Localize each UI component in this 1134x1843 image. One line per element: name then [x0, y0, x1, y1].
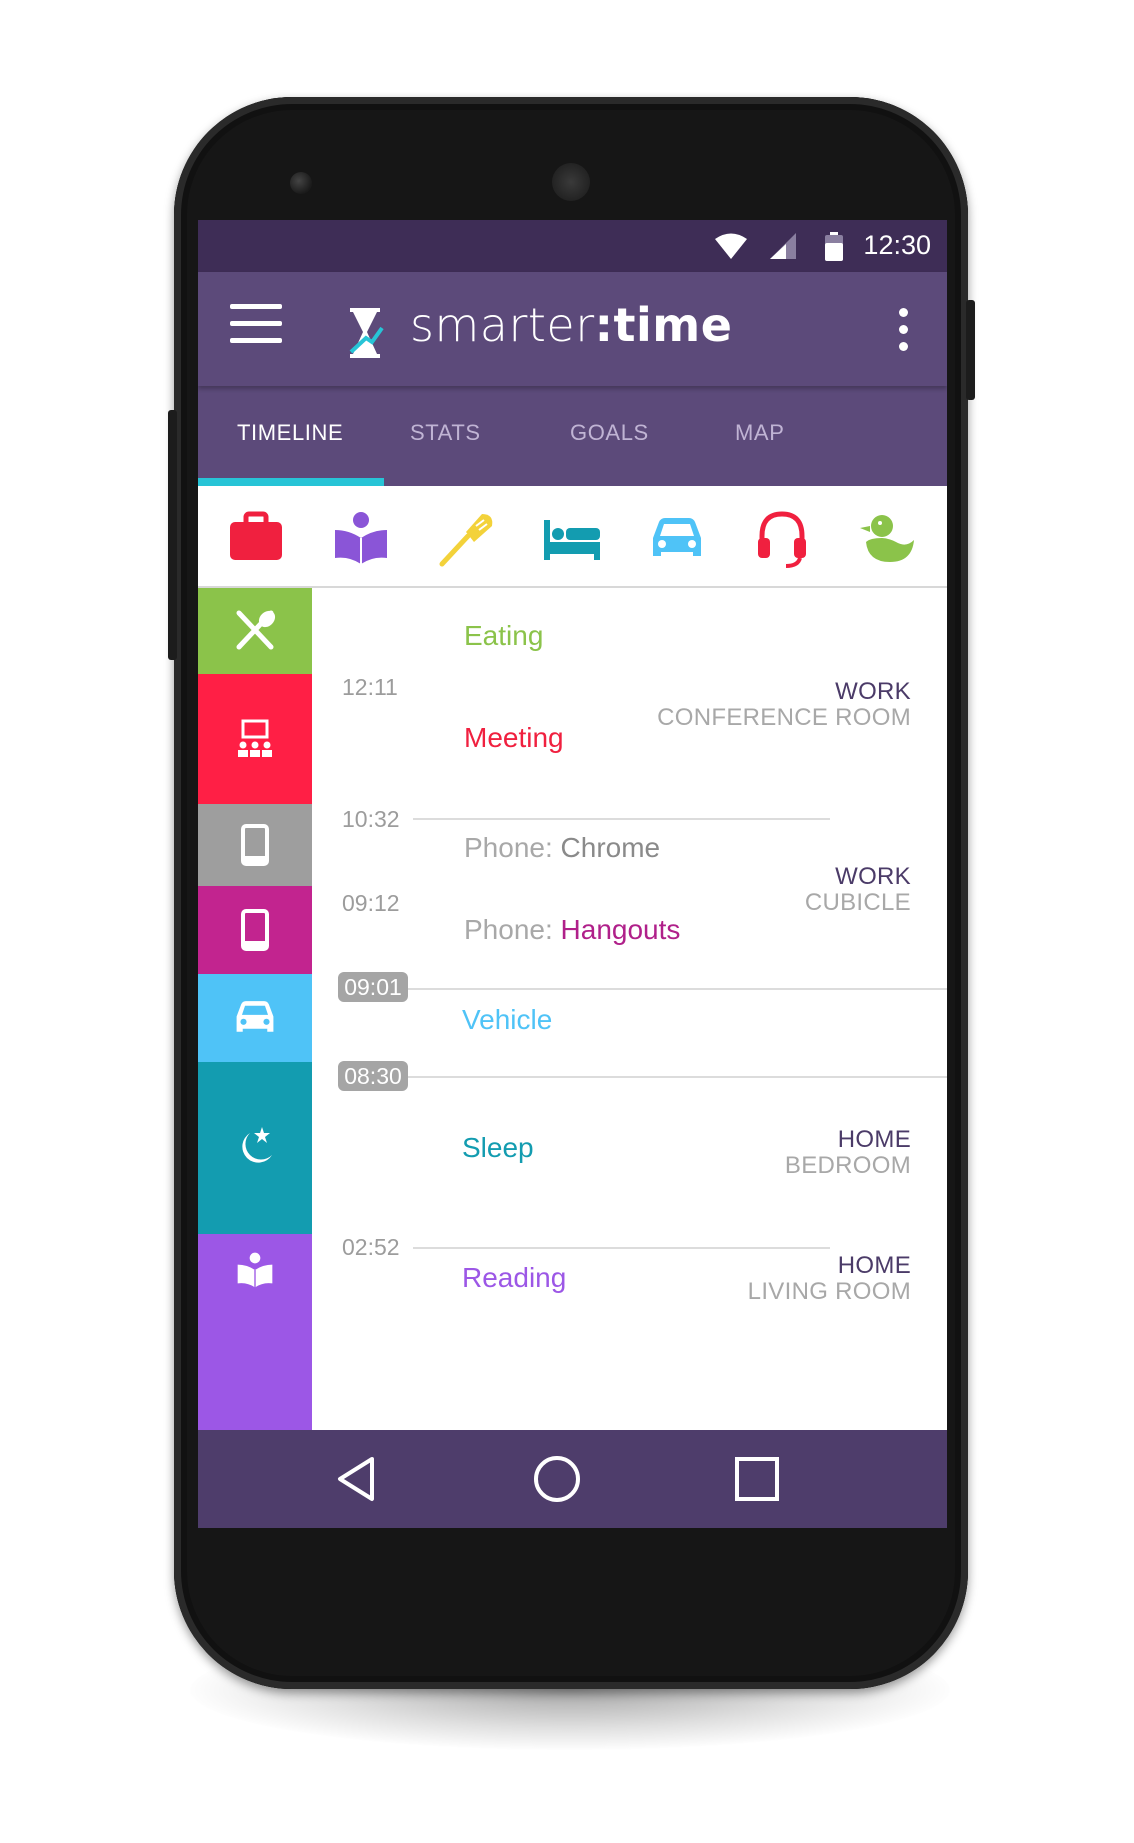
tab-bar: TIMELINE STATS GOALS MAP [198, 386, 947, 486]
timeline-separator [408, 1076, 947, 1078]
location-place: WORK [835, 678, 911, 705]
timestamp-badge: 08:30 [338, 1061, 408, 1091]
activity-sleep[interactable]: Sleep [462, 1132, 534, 1164]
location-room: LIVING ROOM [747, 1278, 911, 1305]
activity-reading[interactable]: Reading [462, 1262, 566, 1294]
tab-goals[interactable]: GOALS [570, 420, 649, 446]
front-camera [290, 172, 312, 194]
headset-icon[interactable] [752, 508, 812, 568]
tab-map[interactable]: MAP [735, 420, 784, 446]
timestamp: 10:32 [342, 806, 400, 832]
activity-app: Chrome [560, 832, 661, 863]
timeline-separator [413, 818, 830, 820]
hourglass-logo-icon [349, 308, 384, 358]
power-button [966, 300, 975, 400]
home-icon[interactable] [532, 1454, 582, 1504]
spatula-icon[interactable] [436, 508, 496, 568]
recents-icon[interactable] [732, 1454, 782, 1504]
battery-icon [825, 232, 843, 261]
location-place: WORK [835, 863, 911, 890]
activity-prefix: Phone: [464, 914, 553, 945]
timeline-block-sleep[interactable] [198, 1062, 312, 1234]
sleep-icon [242, 1127, 272, 1163]
activity-vehicle[interactable]: Vehicle [462, 1004, 552, 1036]
timeline-block-vehicle[interactable] [198, 974, 312, 1062]
phone-icon [241, 824, 269, 866]
app-logo-text: smarter:time [410, 298, 733, 352]
car-icon [236, 1001, 274, 1032]
volume-button [168, 410, 177, 660]
timeline-separator [408, 988, 947, 990]
tab-indicator [198, 478, 384, 486]
location-room: CUBICLE [804, 889, 911, 916]
location-place: HOME [837, 1126, 911, 1153]
timeline-block-meeting[interactable] [198, 674, 312, 804]
screen: 12:30 smarter:time TIMELINE STATS GOALS … [198, 220, 947, 1528]
activity-prefix: Phone: [464, 832, 553, 863]
phone-icon [241, 909, 269, 951]
timestamp: 02:52 [342, 1234, 400, 1260]
timeline-block-phone-chrome[interactable] [198, 804, 312, 886]
timeline-separator [413, 1247, 830, 1249]
bed-icon[interactable] [542, 508, 602, 568]
duck-icon[interactable] [858, 508, 918, 568]
hamburger-menu-button[interactable] [230, 304, 282, 348]
briefcase-icon[interactable] [226, 508, 286, 568]
app-bar: smarter:time [198, 272, 947, 386]
timeline-block-phone-hangouts[interactable] [198, 886, 312, 974]
activity-eating[interactable]: Eating [464, 620, 543, 652]
location-room: BEDROOM [784, 1152, 911, 1179]
tab-timeline[interactable]: TIMELINE [237, 420, 343, 446]
tab-stats[interactable]: STATS [410, 420, 481, 446]
overflow-menu-button[interactable] [897, 308, 909, 352]
activity-app: Hangouts [560, 914, 681, 945]
back-icon[interactable] [332, 1454, 382, 1504]
location-room: CONFERENCE ROOM [657, 704, 911, 731]
earpiece-speaker [552, 163, 590, 201]
timestamp: 12:11 [342, 674, 398, 700]
timestamp-badge: 09:01 [338, 972, 408, 1002]
reading-icon[interactable] [331, 508, 391, 568]
car-icon[interactable] [647, 508, 707, 568]
meeting-icon [238, 719, 272, 757]
reading-icon [237, 1252, 273, 1288]
timeline-block-reading[interactable] [198, 1234, 312, 1430]
status-time: 12:30 [863, 230, 931, 260]
status-bar: 12:30 [198, 220, 947, 272]
timeline-block-eating[interactable] [198, 588, 312, 674]
timeline: 12:11 10:32 09:12 09:01 08:30 02:52 Eati… [198, 588, 947, 1430]
navigation-bar [198, 1430, 947, 1528]
activity-phone-hangouts[interactable]: Phone: Hangouts [464, 914, 680, 946]
eating-icon [236, 610, 276, 650]
category-bar [198, 486, 947, 588]
location-place: HOME [837, 1252, 911, 1279]
signal-icon [770, 233, 796, 259]
wifi-icon [715, 233, 747, 259]
timestamp: 09:12 [342, 890, 400, 916]
activity-meeting[interactable]: Meeting [464, 722, 564, 754]
activity-phone-chrome[interactable]: Phone: Chrome [464, 832, 660, 864]
